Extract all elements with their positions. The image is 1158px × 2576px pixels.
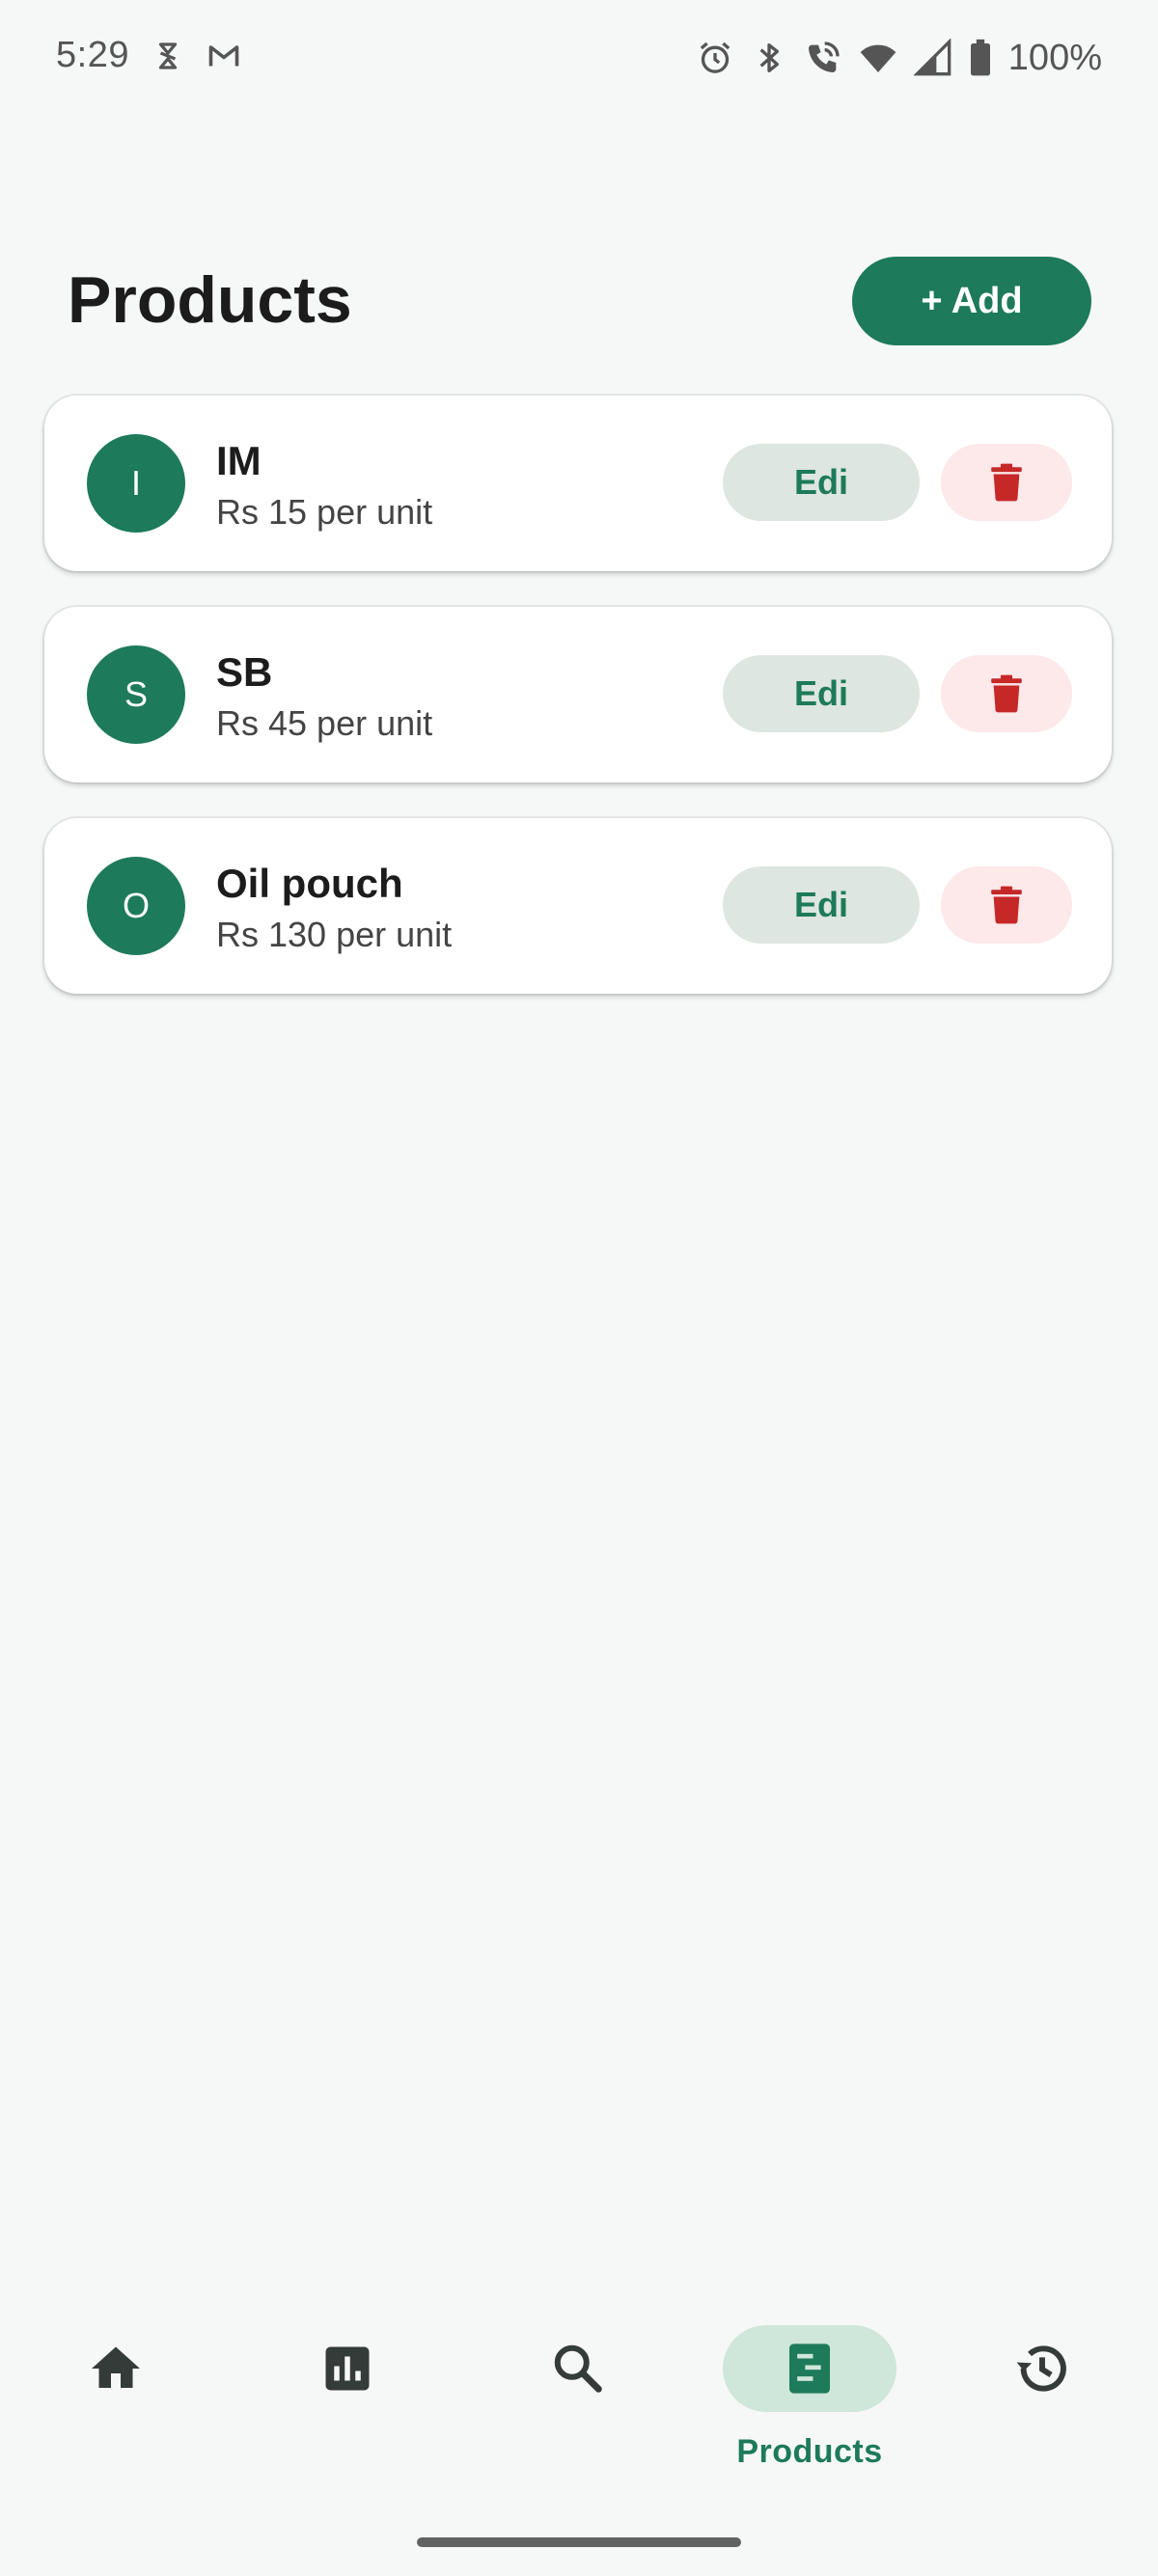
nav-icon-container [29, 2325, 203, 2412]
wifi-icon [860, 44, 896, 72]
edit-button[interactable]: Edi [723, 444, 920, 521]
product-name: SB [216, 649, 273, 695]
product-card: O Oil pouch Rs 130 per unit Edi [44, 818, 1112, 994]
nav-icon-container [955, 2325, 1129, 2412]
product-price: Rs 130 per unit [216, 915, 453, 954]
product-name: Oil pouch [216, 861, 403, 906]
status-time: 5:29 [56, 35, 129, 75]
nav-search[interactable] [491, 2325, 665, 2412]
edit-button[interactable]: Edi [723, 866, 920, 944]
product-card: S SB Rs 45 per unit Edi [44, 607, 1112, 782]
home-indicator[interactable] [417, 2537, 741, 2547]
nav-products-label: Products [736, 2433, 883, 2470]
history-icon [1016, 2345, 1066, 2392]
trash-icon [991, 886, 1022, 924]
bar-chart-icon [325, 2346, 370, 2391]
status-bar: 5:29 100% [0, 0, 1158, 116]
gmail-icon [208, 45, 239, 67]
alarm-icon [700, 41, 731, 73]
edit-button[interactable]: Edi [723, 655, 920, 732]
product-avatar: S [87, 645, 185, 744]
bottom-navigation: Products [0, 2296, 1158, 2489]
trash-icon [991, 674, 1022, 713]
trash-icon [991, 463, 1022, 502]
battery-percent: 100% [1007, 37, 1102, 78]
nav-reports[interactable] [261, 2325, 434, 2412]
product-card: I IM Rs 15 per unit Edi [44, 396, 1112, 571]
home-icon [92, 2346, 140, 2388]
sync-app-icon [158, 42, 178, 69]
product-name: IM [216, 438, 262, 483]
delete-button[interactable] [941, 655, 1072, 732]
signal-icon [913, 39, 951, 76]
bluetooth-icon [759, 43, 779, 73]
nav-icon-container [261, 2325, 434, 2412]
product-price: Rs 45 per unit [216, 703, 433, 743]
delete-button[interactable] [941, 866, 1072, 944]
nav-icon-container [491, 2325, 665, 2412]
nav-icon-container [723, 2325, 896, 2412]
delete-button[interactable] [941, 444, 1072, 521]
nav-history[interactable] [955, 2325, 1129, 2412]
product-price: Rs 15 per unit [216, 492, 433, 532]
product-avatar: I [87, 434, 185, 533]
nav-products[interactable]: Products [723, 2325, 896, 2471]
battery-icon [970, 39, 990, 76]
page-title: Products [68, 263, 352, 337]
wifi-call-icon [808, 41, 840, 72]
add-product-button[interactable]: + Add [852, 257, 1091, 345]
status-icons: 100% [696, 35, 1102, 81]
search-icon [554, 2344, 602, 2393]
product-avatar: O [87, 857, 185, 955]
products-icon [789, 2343, 830, 2394]
nav-home[interactable] [29, 2325, 203, 2412]
